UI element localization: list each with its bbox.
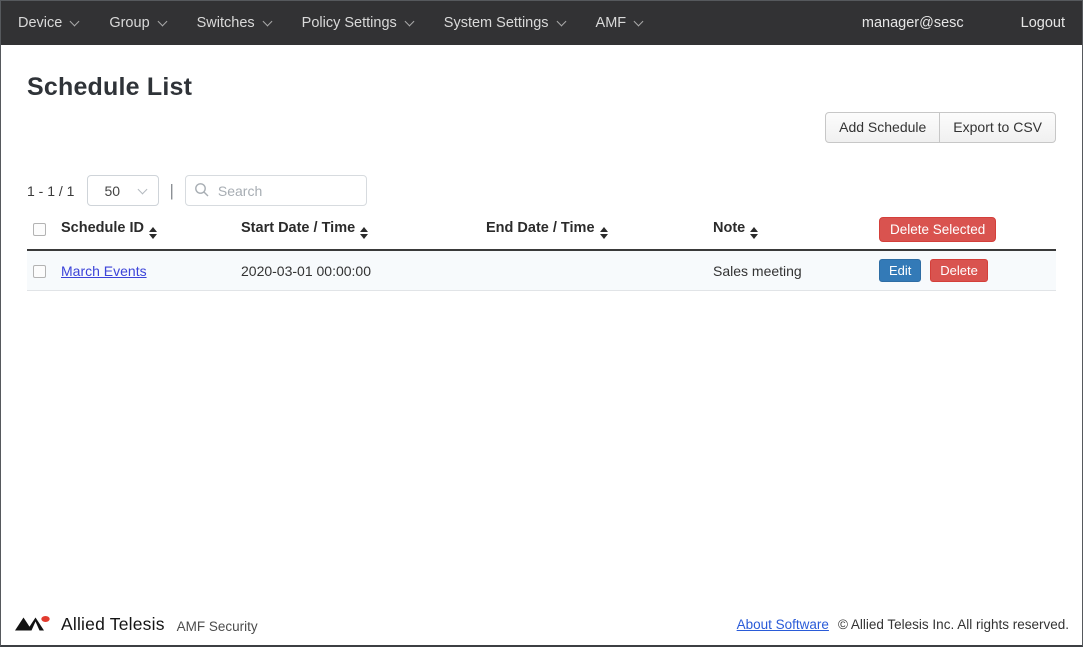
app-window: Device Group Switches Policy Settings Sy… <box>0 0 1083 647</box>
add-schedule-button[interactable]: Add Schedule <box>825 112 940 143</box>
list-controls: 1 - 1 / 1 50 | <box>27 175 1056 206</box>
footer-right: About Software © Allied Telesis Inc. All… <box>737 617 1069 632</box>
navbar-right: manager@sesc Logout <box>862 15 1065 31</box>
note-cell: Sales meeting <box>708 250 874 291</box>
column-header-start-date[interactable]: Start Date / Time <box>236 212 481 250</box>
copyright-text: © Allied Telesis Inc. All rights reserve… <box>838 617 1069 632</box>
chevron-down-icon <box>634 17 644 27</box>
chevron-down-icon <box>138 184 148 194</box>
delete-selected-button[interactable]: Delete Selected <box>879 217 996 242</box>
nav-item-label: AMF <box>596 15 627 31</box>
main-content: Schedule List Add Schedule Export to CSV… <box>1 73 1082 291</box>
table-header-row: Schedule ID Start Date / Time End Date /… <box>27 212 1056 250</box>
separator: | <box>169 181 173 201</box>
nav-item-policy-settings[interactable]: Policy Settings <box>302 15 413 31</box>
nav-item-label: Group <box>109 15 149 31</box>
row-checkbox[interactable] <box>33 265 46 278</box>
edit-button[interactable]: Edit <box>879 259 921 282</box>
column-label: Start Date / Time <box>241 220 355 236</box>
nav-item-label: System Settings <box>444 15 549 31</box>
footer: Allied Telesis AMF Security About Softwa… <box>1 609 1082 645</box>
logged-in-user: manager@sesc <box>862 15 964 31</box>
schedule-id-link[interactable]: March Events <box>61 263 147 279</box>
chevron-down-icon <box>70 17 80 27</box>
column-header-schedule-id[interactable]: Schedule ID <box>56 212 236 250</box>
column-label: Schedule ID <box>61 220 144 236</box>
nav-item-group[interactable]: Group <box>109 15 165 31</box>
nav-item-switches[interactable]: Switches <box>197 15 271 31</box>
sort-icon <box>360 227 368 239</box>
nav-item-device[interactable]: Device <box>18 15 78 31</box>
allied-telesis-logo-icon <box>14 614 54 634</box>
chevron-down-icon <box>556 17 566 27</box>
product-name: AMF Security <box>177 619 258 634</box>
nav-item-amf[interactable]: AMF <box>596 15 643 31</box>
export-csv-button[interactable]: Export to CSV <box>939 112 1056 143</box>
pagination-range: 1 - 1 / 1 <box>27 183 74 199</box>
sort-icon <box>750 227 758 239</box>
search-icon <box>194 182 210 198</box>
nav-item-label: Device <box>18 15 62 31</box>
brand: Allied Telesis AMF Security <box>14 614 258 635</box>
chevron-down-icon <box>157 17 167 27</box>
nav-item-label: Switches <box>197 15 255 31</box>
start-date-cell: 2020-03-01 00:00:00 <box>236 250 481 291</box>
schedule-table: Schedule ID Start Date / Time End Date /… <box>27 212 1056 291</box>
logout-button[interactable]: Logout <box>1021 15 1065 31</box>
column-header-end-date[interactable]: End Date / Time <box>481 212 708 250</box>
delete-button[interactable]: Delete <box>930 259 988 282</box>
nav-item-system-settings[interactable]: System Settings <box>444 15 565 31</box>
nav-item-label: Policy Settings <box>302 15 397 31</box>
sort-icon <box>149 227 157 239</box>
chevron-down-icon <box>262 17 272 27</box>
table-row: March Events 2020-03-01 00:00:00 Sales m… <box>27 250 1056 291</box>
about-software-link[interactable]: About Software <box>737 617 829 632</box>
column-header-note[interactable]: Note <box>708 212 874 250</box>
end-date-cell <box>481 250 708 291</box>
select-all-checkbox[interactable] <box>33 223 46 236</box>
page-size-select[interactable]: 50 <box>87 175 159 206</box>
toolbar: Add Schedule Export to CSV <box>27 112 1056 143</box>
sort-icon <box>600 227 608 239</box>
chevron-down-icon <box>404 17 414 27</box>
search-input[interactable] <box>185 175 367 206</box>
page-title: Schedule List <box>27 73 1056 102</box>
column-header-actions: Delete Selected <box>874 212 1056 250</box>
brand-wordmark: Allied Telesis <box>61 614 165 635</box>
actions-cell: Edit Delete <box>874 250 1056 291</box>
toolbar-button-group: Add Schedule Export to CSV <box>825 112 1056 143</box>
page-size-value: 50 <box>104 183 120 199</box>
column-label: Note <box>713 220 745 236</box>
top-navbar: Device Group Switches Policy Settings Sy… <box>1 1 1082 45</box>
column-label: End Date / Time <box>486 220 595 236</box>
search-box <box>185 175 367 206</box>
